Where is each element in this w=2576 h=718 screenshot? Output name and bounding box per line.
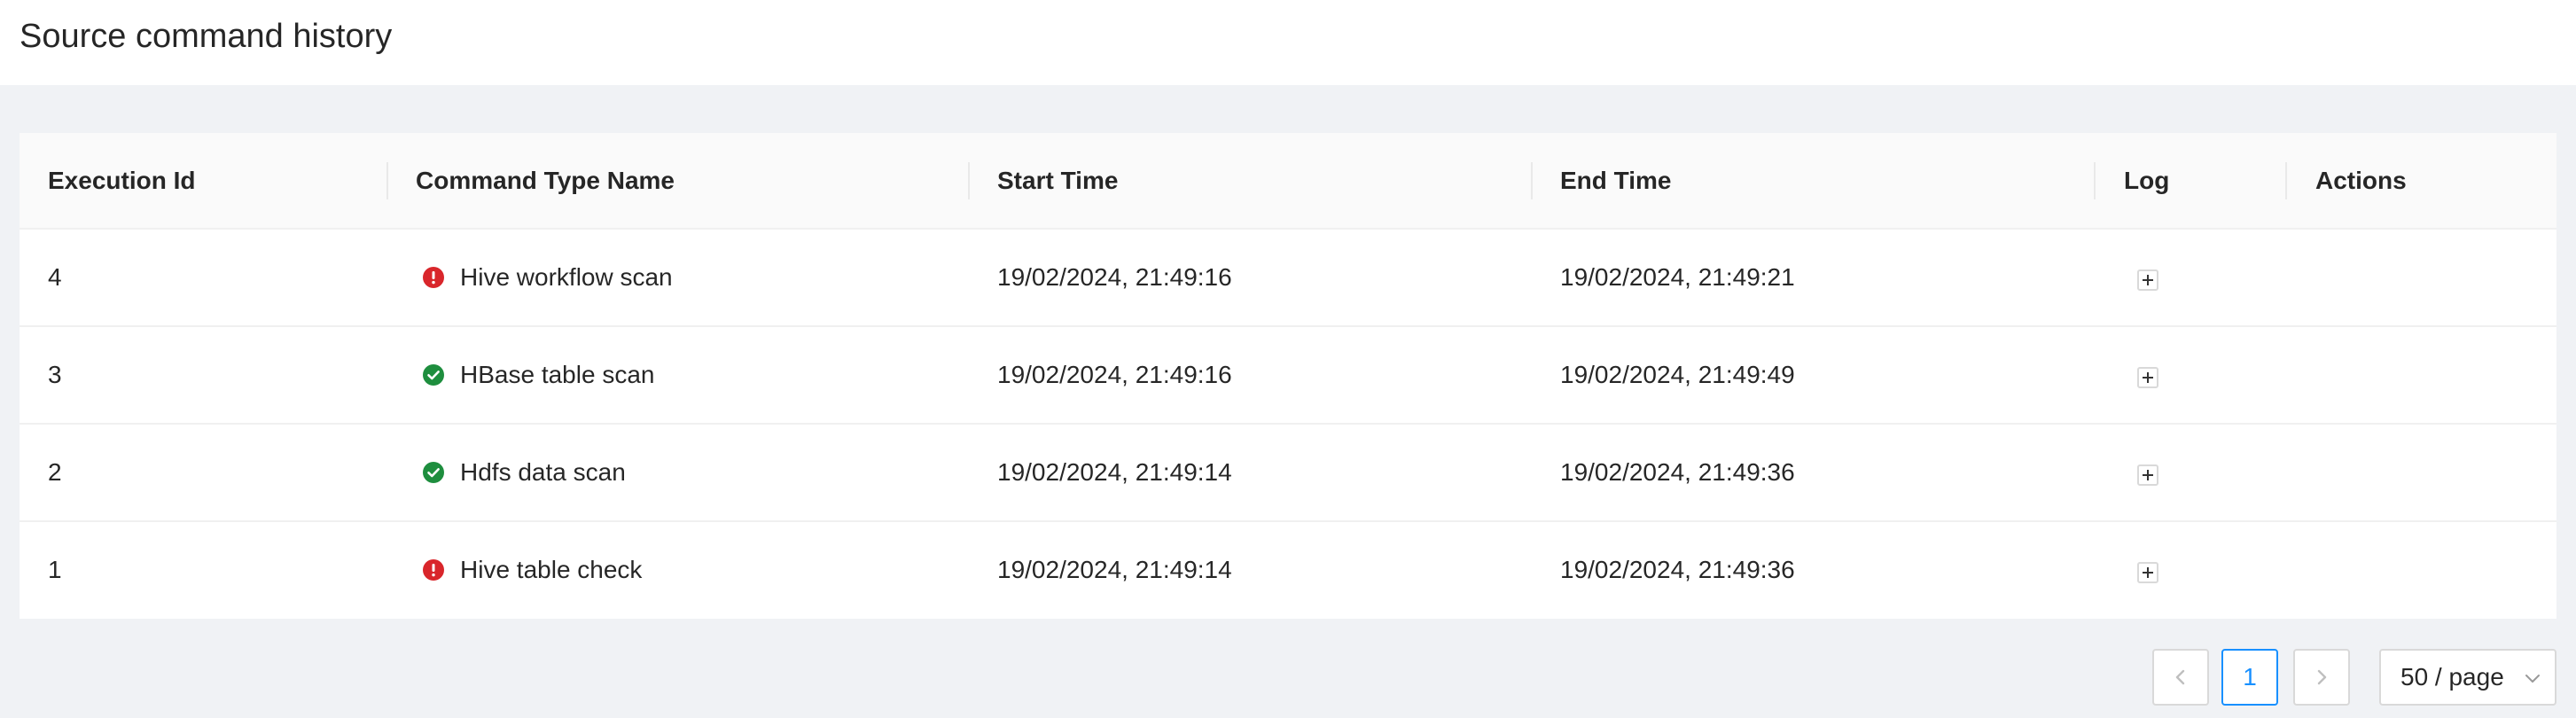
start-time-cell: 19/02/2024, 21:49:14 xyxy=(997,556,1232,583)
table-row: 3 HBase table scan 19/02/2024, 21:49:16 … xyxy=(20,327,2556,425)
chevron-left-icon xyxy=(2175,669,2185,685)
column-divider xyxy=(386,162,388,199)
check-circle-icon xyxy=(423,462,444,483)
error-circle-icon xyxy=(423,267,444,288)
log-expand-button[interactable] xyxy=(2137,269,2158,291)
pagination-prev-button[interactable] xyxy=(2152,649,2209,706)
page-header: Source command history xyxy=(0,0,2576,85)
execution-id-cell: 4 xyxy=(48,263,62,291)
command-type-name-cell: Hive workflow scan xyxy=(460,263,673,291)
chevron-right-icon xyxy=(2317,669,2327,685)
execution-id-cell: 2 xyxy=(48,458,62,486)
end-time-cell: 19/02/2024, 21:49:36 xyxy=(1560,556,1795,583)
log-expand-button[interactable] xyxy=(2137,464,2158,486)
column-header-actions: Actions xyxy=(2315,167,2407,194)
execution-id-cell: 1 xyxy=(48,556,62,583)
column-divider xyxy=(2285,162,2287,199)
plus-icon xyxy=(2143,372,2153,383)
command-type-name-cell: Hive table check xyxy=(460,556,643,583)
column-divider xyxy=(1531,162,1533,199)
column-header-start-time: Start Time xyxy=(997,167,1119,194)
log-expand-button[interactable] xyxy=(2137,562,2158,583)
column-header-execution-id: Execution Id xyxy=(48,167,196,194)
plus-icon xyxy=(2143,275,2153,285)
execution-id-cell: 3 xyxy=(48,361,62,388)
end-time-cell: 19/02/2024, 21:49:49 xyxy=(1560,361,1795,388)
table-header: Execution Id Command Type Name Start Tim… xyxy=(20,133,2556,230)
log-expand-button[interactable] xyxy=(2137,367,2158,388)
chevron-down-icon xyxy=(2525,675,2540,683)
page-title: Source command history xyxy=(20,18,393,55)
check-circle-icon xyxy=(423,364,444,386)
table-row: 2 Hdfs data scan 19/02/2024, 21:49:14 19… xyxy=(20,425,2556,522)
command-type-name-cell: HBase table scan xyxy=(460,361,655,388)
table-row: 4 Hive workflow scan 19/02/2024, 21:49:1… xyxy=(20,230,2556,327)
page-size-select[interactable]: 50 / page xyxy=(2379,649,2556,706)
start-time-cell: 19/02/2024, 21:49:16 xyxy=(997,263,1232,291)
command-history-table: Execution Id Command Type Name Start Tim… xyxy=(20,133,2556,619)
end-time-cell: 19/02/2024, 21:49:21 xyxy=(1560,263,1795,291)
pagination-page-1[interactable]: 1 xyxy=(2221,649,2278,706)
error-circle-icon xyxy=(423,559,444,581)
command-type-name-cell: Hdfs data scan xyxy=(460,458,626,486)
start-time-cell: 19/02/2024, 21:49:14 xyxy=(997,458,1232,486)
table-row: 1 Hive table check 19/02/2024, 21:49:14 … xyxy=(20,522,2556,620)
column-header-end-time: End Time xyxy=(1560,167,1672,194)
start-time-cell: 19/02/2024, 21:49:16 xyxy=(997,361,1232,388)
plus-icon xyxy=(2143,567,2153,578)
column-header-log: Log xyxy=(2124,167,2170,194)
page-size-value: 50 / page xyxy=(2400,663,2504,691)
plus-icon xyxy=(2143,470,2153,480)
column-divider xyxy=(968,162,970,199)
column-header-command-type-name: Command Type Name xyxy=(416,167,675,194)
end-time-cell: 19/02/2024, 21:49:36 xyxy=(1560,458,1795,486)
column-divider xyxy=(2094,162,2096,199)
pagination-next-button[interactable] xyxy=(2293,649,2350,706)
